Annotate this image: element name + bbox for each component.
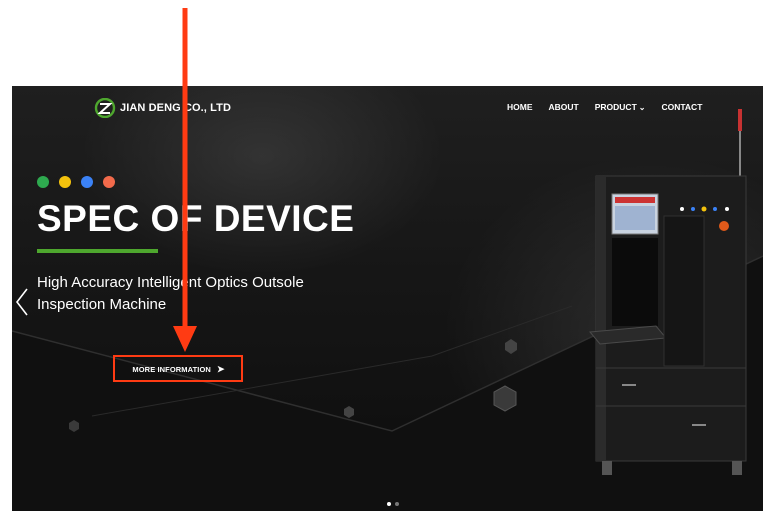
inspection-machine-image [589,109,747,475]
nav-home[interactable]: HOME [507,102,533,112]
nav-about[interactable]: ABOUT [549,102,579,112]
title-underline [37,249,158,253]
logo-icon [94,98,116,118]
chevron-left-icon [15,288,28,316]
hero-subtitle: High Accuracy Intelligent Optics Outsole… [37,272,377,316]
hexagon-decoration [505,339,517,354]
annotation-highlight-box [113,355,243,382]
hexagon-decoration [344,406,354,418]
yellow-dot [59,176,71,188]
blue-dot [81,176,93,188]
annotation-arrow-icon [173,8,197,352]
nav-home-label: HOME [507,102,533,112]
hexagon-decoration [493,385,517,412]
color-dots [37,176,125,188]
hero-slider: JIAN DENG CO., LTD HOME ABOUT PRODUCT ⌄ C… [12,86,763,511]
orange-dot [103,176,115,188]
slide-indicator-2[interactable] [395,502,399,506]
nav-about-label: ABOUT [548,102,579,112]
previous-slide-button[interactable] [14,287,30,322]
brand-logo[interactable]: JIAN DENG CO., LTD [94,98,231,118]
green-dot [37,176,49,188]
hero-subtitle-line-2: Inspection Machine [37,296,167,313]
slide-indicators [387,502,403,506]
slide-indicator-1[interactable] [387,502,391,506]
